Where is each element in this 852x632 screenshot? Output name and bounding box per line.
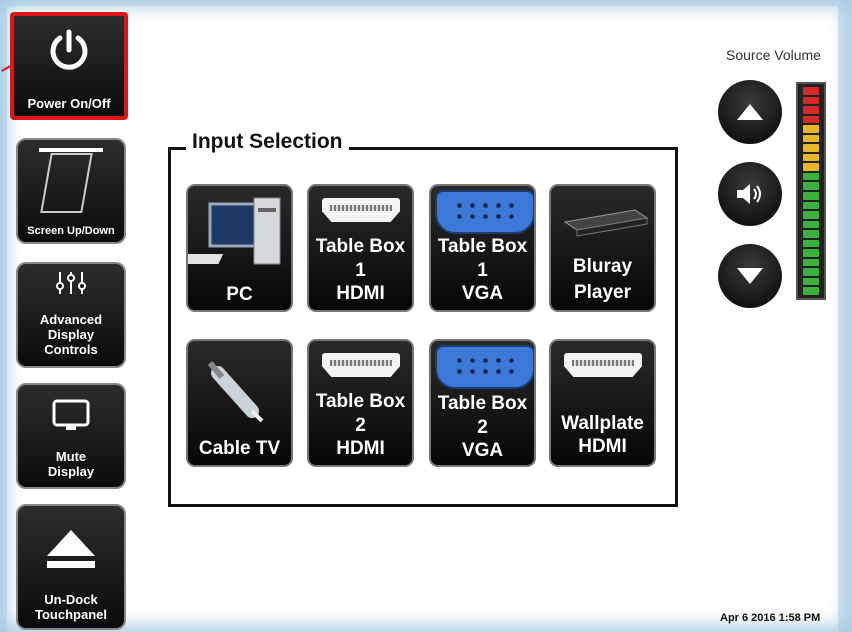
volume-meter-segment xyxy=(803,277,819,286)
mute-display-label: Mute Display xyxy=(47,449,95,479)
volume-meter-segment xyxy=(803,115,819,124)
projector-screen-icon xyxy=(18,146,124,218)
input-label-line: HDMI xyxy=(336,438,385,459)
timestamp: Apr 6 2016 1:58 PM xyxy=(720,612,821,624)
volume-meter-segment xyxy=(803,153,819,162)
input-label-line: 1 xyxy=(477,260,488,281)
source-volume-label: Source Volume xyxy=(726,47,821,63)
hdmi-port-icon xyxy=(564,353,642,377)
volume-meter-segment xyxy=(803,134,819,143)
power-icon xyxy=(14,28,124,74)
triangle-down-icon xyxy=(737,268,763,284)
volume-meter-segment xyxy=(803,230,819,238)
input-button-table-box-2-hdmi[interactable]: Table Box 2 HDMI xyxy=(307,339,414,467)
volume-meter-segment xyxy=(803,249,819,257)
input-label: PC xyxy=(226,284,253,305)
volume-meter-segment xyxy=(803,172,819,181)
sliders-icon xyxy=(18,270,124,296)
input-button-table-box-2-vga[interactable]: Table Box 2 VGA xyxy=(429,339,536,467)
monitor-icon xyxy=(18,399,124,433)
input-label-line: HDMI xyxy=(336,283,385,304)
screen-button-label: Screen Up/Down xyxy=(27,225,115,237)
vga-port-icon xyxy=(435,190,534,234)
volume-meter-segment xyxy=(803,258,819,267)
volume-meter-segment xyxy=(803,192,819,200)
input-label-line: HDMI xyxy=(578,436,627,457)
advanced-display-label: Advanced Display Controls xyxy=(39,312,103,357)
volume-meter-segment xyxy=(803,211,819,219)
input-label-line: Wallplate xyxy=(561,413,644,434)
triangle-up-icon xyxy=(737,104,763,120)
volume-meter-segment xyxy=(803,96,819,105)
volume-meter-segment xyxy=(803,268,819,276)
input-button-pc[interactable]: PC xyxy=(186,184,293,312)
speaker-icon xyxy=(737,184,761,204)
input-label-line: Table Box xyxy=(437,393,528,414)
panel-title: Input Selection xyxy=(186,130,349,154)
power-button-label: Power On/Off xyxy=(27,96,111,111)
volume-meter-segment xyxy=(803,125,819,133)
input-label-line: VGA xyxy=(461,440,504,461)
screen-button[interactable]: Screen Up/Down xyxy=(16,138,126,244)
volume-meter-segment xyxy=(803,87,819,95)
input-label: Cable TV xyxy=(198,438,281,459)
volume-meter-segment xyxy=(803,239,819,248)
volume-up-button[interactable] xyxy=(718,80,782,144)
input-button-cable-tv[interactable]: Cable TV xyxy=(186,339,293,467)
input-label-line: 2 xyxy=(477,417,488,438)
volume-meter xyxy=(796,82,826,300)
input-label-line: Table Box xyxy=(315,236,406,257)
volume-meter-segment xyxy=(803,163,819,171)
advanced-display-button[interactable]: Advanced Display Controls xyxy=(16,262,126,368)
input-label-line: Player xyxy=(573,282,632,303)
volume-meter-segment xyxy=(803,106,819,114)
volume-meter-segment xyxy=(803,182,819,191)
volume-meter-segment xyxy=(803,287,819,296)
vga-port-icon xyxy=(435,345,534,389)
volume-meter-segment xyxy=(803,201,819,210)
volume-down-button[interactable] xyxy=(718,244,782,308)
mute-volume-button[interactable] xyxy=(718,162,782,226)
input-button-bluray-player[interactable]: Bluray Player xyxy=(549,184,656,312)
power-button[interactable]: Power On/Off xyxy=(10,12,128,120)
volume-meter-segment xyxy=(803,220,819,229)
input-button-table-box-1-hdmi[interactable]: Table Box 1 HDMI xyxy=(307,184,414,312)
hdmi-port-icon xyxy=(322,353,400,377)
mute-display-button[interactable]: Mute Display xyxy=(16,383,126,489)
input-label-line: Table Box xyxy=(437,236,528,257)
undock-label: Un-Dock Touchpanel xyxy=(35,592,107,622)
input-label-line: 1 xyxy=(355,260,366,281)
input-label-line: Table Box xyxy=(315,391,406,412)
input-label-line: 2 xyxy=(355,415,366,436)
input-label-line: VGA xyxy=(461,283,504,304)
volume-meter-segment xyxy=(803,144,819,152)
input-button-wallplate-hdmi[interactable]: Wallplate HDMI xyxy=(549,339,656,467)
input-button-table-box-1-vga[interactable]: Table Box 1 VGA xyxy=(429,184,536,312)
input-label-line: Bluray xyxy=(572,256,633,277)
undock-button[interactable]: Un-Dock Touchpanel xyxy=(16,504,126,630)
hdmi-port-icon xyxy=(322,198,400,222)
eject-icon xyxy=(18,528,124,570)
